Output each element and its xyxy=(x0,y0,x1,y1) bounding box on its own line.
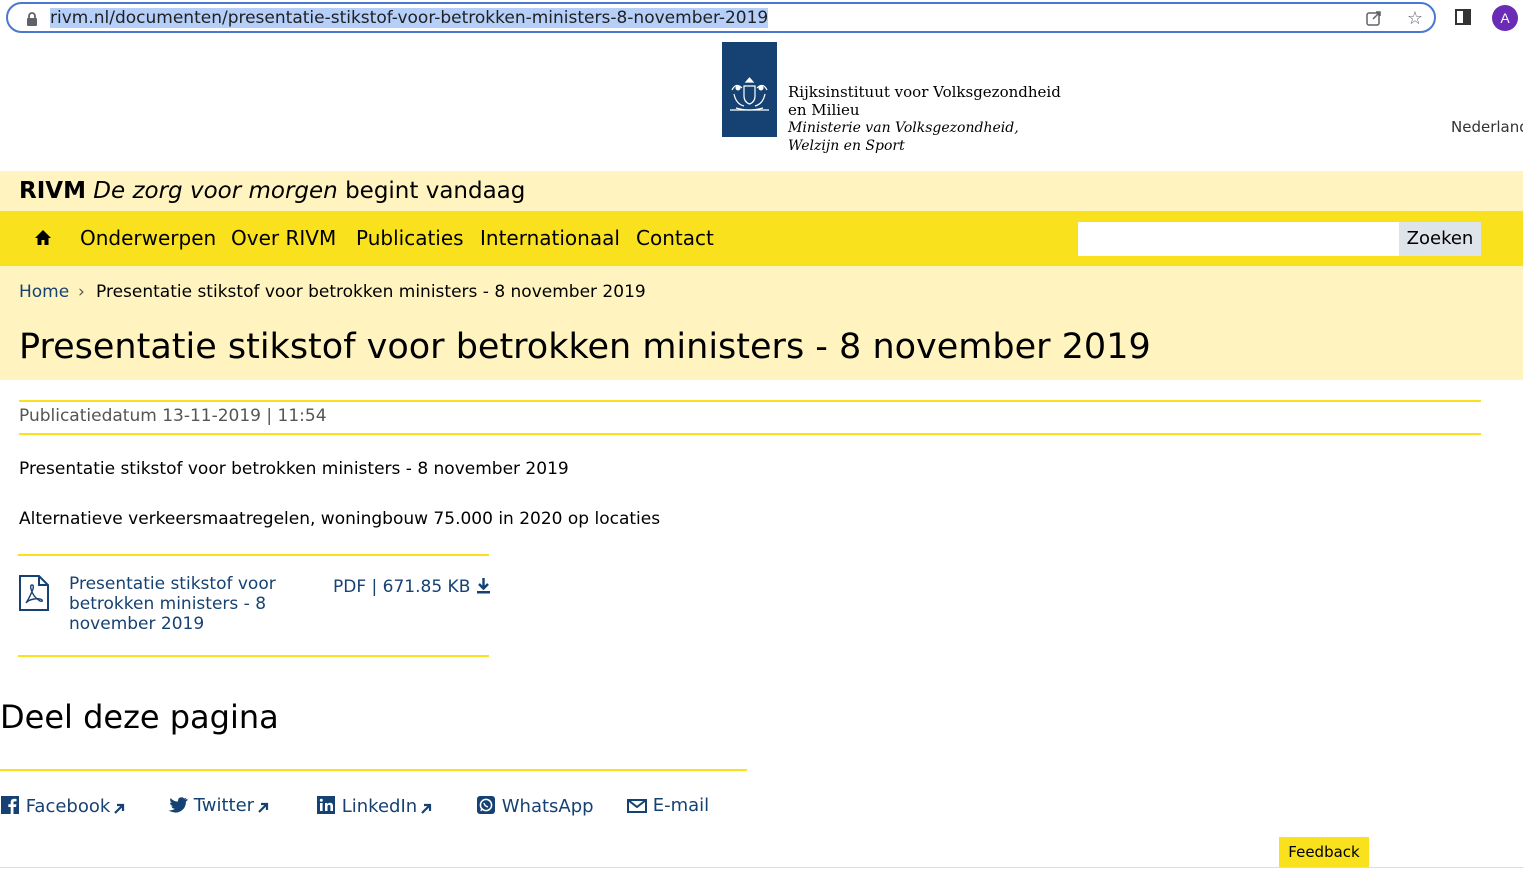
address-bar[interactable]: rivm.nl/documenten/presentatie-stikstof-… xyxy=(6,2,1436,33)
profile-avatar[interactable]: A xyxy=(1492,5,1518,31)
download-title-link[interactable]: Presentatie stikstof voor betrokken mini… xyxy=(69,574,299,634)
share-heading: Deel deze pagina xyxy=(0,697,279,737)
download-meta: PDF | 671.85 KB xyxy=(333,577,470,597)
share-facebook-link[interactable]: Facebook xyxy=(0,795,125,818)
tagline-band: RIVM De zorg voor morgen begint vandaag xyxy=(0,171,1523,211)
email-label: E-mail xyxy=(653,795,709,816)
home-icon[interactable] xyxy=(34,229,52,247)
footer-divider xyxy=(0,867,1523,868)
breadcrumb-current: Presentatie stikstof voor betrokken mini… xyxy=(96,282,646,302)
side-panel-icon[interactable] xyxy=(1455,9,1471,25)
download-link[interactable]: PDF | 671.85 KB xyxy=(333,577,491,597)
nav-contact[interactable]: Contact xyxy=(636,225,714,251)
nav-internationaal[interactable]: Internationaal xyxy=(480,225,620,251)
divider xyxy=(0,769,747,771)
rijksoverheid-logo[interactable] xyxy=(722,42,777,137)
tagline: RIVM De zorg voor morgen begint vandaag xyxy=(19,177,525,205)
tagline-rest: begint vandaag xyxy=(345,178,525,204)
whatsapp-label: WhatsApp xyxy=(502,796,594,817)
mail-icon xyxy=(627,798,647,814)
twitter-icon xyxy=(168,796,188,814)
external-link-icon xyxy=(113,803,125,815)
breadcrumb-separator: › xyxy=(78,282,85,302)
share-linkedin-link[interactable]: LinkedIn xyxy=(316,795,432,818)
publication-date: Publicatiedatum 13-11-2019 | 11:54 xyxy=(19,406,327,426)
language-switch[interactable]: Nederlands xyxy=(1451,118,1523,136)
tagline-brand: RIVM xyxy=(19,178,86,204)
page-title: Presentatie stikstof voor betrokken mini… xyxy=(19,324,1151,370)
coat-of-arms-icon xyxy=(722,42,777,137)
org-name-line2: en Milieu xyxy=(788,101,1061,119)
url-text[interactable]: rivm.nl/documenten/presentatie-stikstof-… xyxy=(50,8,768,28)
intro-paragraph: Presentatie stikstof voor betrokken mini… xyxy=(19,459,569,479)
search-button[interactable]: Zoeken xyxy=(1399,222,1481,256)
main-navigation: Onderwerpen Over RIVM Publicaties Intern… xyxy=(0,211,1523,266)
bookmark-star-icon[interactable]: ☆ xyxy=(1404,9,1426,29)
facebook-icon xyxy=(0,795,20,815)
lock-icon[interactable] xyxy=(24,11,40,27)
download-icon xyxy=(476,577,491,594)
nav-over-rivm[interactable]: Over RIVM xyxy=(231,225,336,251)
org-name-line1: Rijksinstituut voor Volksgezondheid xyxy=(788,83,1061,101)
linkedin-icon xyxy=(316,795,336,815)
breadcrumb-home[interactable]: Home xyxy=(19,282,69,302)
divider xyxy=(19,433,1481,435)
browser-toolbar: rivm.nl/documenten/presentatie-stikstof-… xyxy=(0,0,1523,38)
whatsapp-icon xyxy=(476,795,496,815)
share-twitter-link[interactable]: Twitter xyxy=(168,795,269,817)
divider xyxy=(19,400,1481,402)
nav-publicaties[interactable]: Publicaties xyxy=(356,225,464,251)
ministry-line2: Welzijn en Sport xyxy=(788,137,1061,155)
share-whatsapp-link[interactable]: WhatsApp xyxy=(476,795,594,818)
pdf-file-icon xyxy=(18,575,50,611)
share-email-link[interactable]: E-mail xyxy=(627,795,709,817)
tagline-italic: De zorg voor morgen xyxy=(93,178,337,204)
organisation-name[interactable]: Rijksinstituut voor Volksgezondheid en M… xyxy=(788,83,1061,155)
feedback-button[interactable]: Feedback xyxy=(1279,837,1369,867)
twitter-label: Twitter xyxy=(194,795,254,816)
external-link-icon xyxy=(257,802,269,814)
nav-onderwerpen[interactable]: Onderwerpen xyxy=(80,225,216,251)
ministry-line1: Ministerie van Volksgezondheid, xyxy=(788,119,1061,137)
facebook-label: Facebook xyxy=(26,796,111,817)
search-input[interactable] xyxy=(1078,222,1399,256)
divider xyxy=(18,655,489,657)
linkedin-label: LinkedIn xyxy=(342,796,417,817)
share-page-icon[interactable] xyxy=(1363,9,1385,29)
divider xyxy=(18,554,489,556)
summary-paragraph: Alternatieve verkeersmaatregelen, woning… xyxy=(19,509,660,529)
external-link-icon xyxy=(420,803,432,815)
page-header: Home › Presentatie stikstof voor betrokk… xyxy=(0,266,1523,380)
